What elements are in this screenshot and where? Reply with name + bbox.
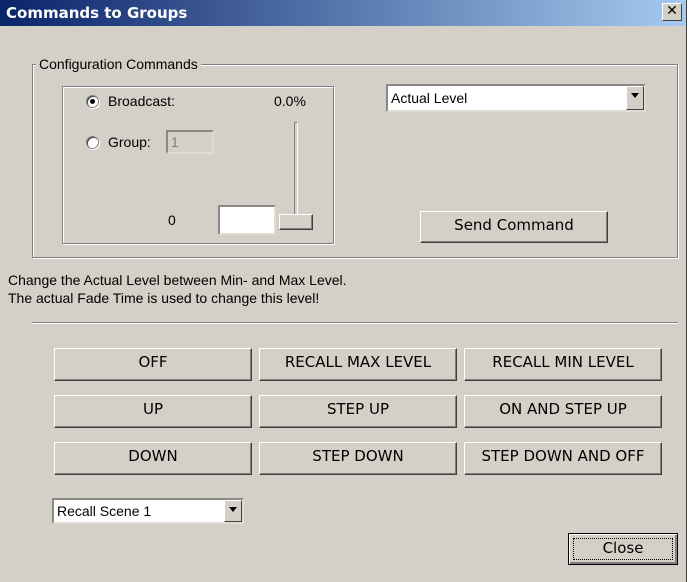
percent-readout: 0.0% — [274, 93, 306, 109]
group-radio[interactable] — [86, 136, 99, 149]
broadcast-radio[interactable] — [86, 95, 99, 108]
scene-select-value: Recall Scene 1 — [57, 503, 152, 519]
chevron-down-icon[interactable] — [224, 500, 242, 522]
level-slider-track[interactable] — [294, 122, 298, 226]
close-icon[interactable]: ✕ — [662, 3, 682, 21]
command-select-value: Actual Level — [391, 90, 468, 106]
down-button[interactable]: DOWN — [54, 442, 252, 475]
separator — [32, 322, 678, 324]
broadcast-label[interactable]: Broadcast: — [108, 93, 175, 109]
group-number-field[interactable]: 1 — [166, 130, 214, 154]
group-number-value: 1 — [171, 134, 179, 150]
step-down-button[interactable]: STEP DOWN — [259, 442, 457, 475]
title-bar[interactable]: Commands to Groups ✕ — [0, 0, 686, 26]
recall-min-level-button[interactable]: RECALL MIN LEVEL — [464, 348, 662, 381]
up-button[interactable]: UP — [54, 395, 252, 428]
send-command-button[interactable]: Send Command — [420, 211, 608, 243]
window-title: Commands to Groups — [6, 4, 188, 22]
min-value-label: 0 — [168, 212, 176, 228]
group-label[interactable]: Group: — [108, 134, 151, 150]
level-slider-thumb[interactable] — [279, 214, 313, 230]
off-button[interactable]: OFF — [54, 348, 252, 381]
command-select[interactable]: Actual Level — [386, 84, 646, 112]
on-and-step-up-button[interactable]: ON AND STEP UP — [464, 395, 662, 428]
recall-max-level-button[interactable]: RECALL MAX LEVEL — [259, 348, 457, 381]
step-up-button[interactable]: STEP UP — [259, 395, 457, 428]
scene-select[interactable]: Recall Scene 1 — [52, 498, 244, 524]
dialog-window: Commands to Groups ✕ Configuration Comma… — [0, 0, 687, 582]
close-button[interactable]: Close — [568, 533, 678, 565]
description-line-2: The actual Fade Time is used to change t… — [8, 290, 320, 306]
level-value-input[interactable] — [218, 205, 276, 235]
chevron-down-icon[interactable] — [626, 86, 644, 110]
description-line-1: Change the Actual Level between Min- and… — [8, 272, 347, 288]
groupbox-legend: Configuration Commands — [36, 56, 201, 72]
step-down-and-off-button[interactable]: STEP DOWN AND OFF — [464, 442, 662, 475]
